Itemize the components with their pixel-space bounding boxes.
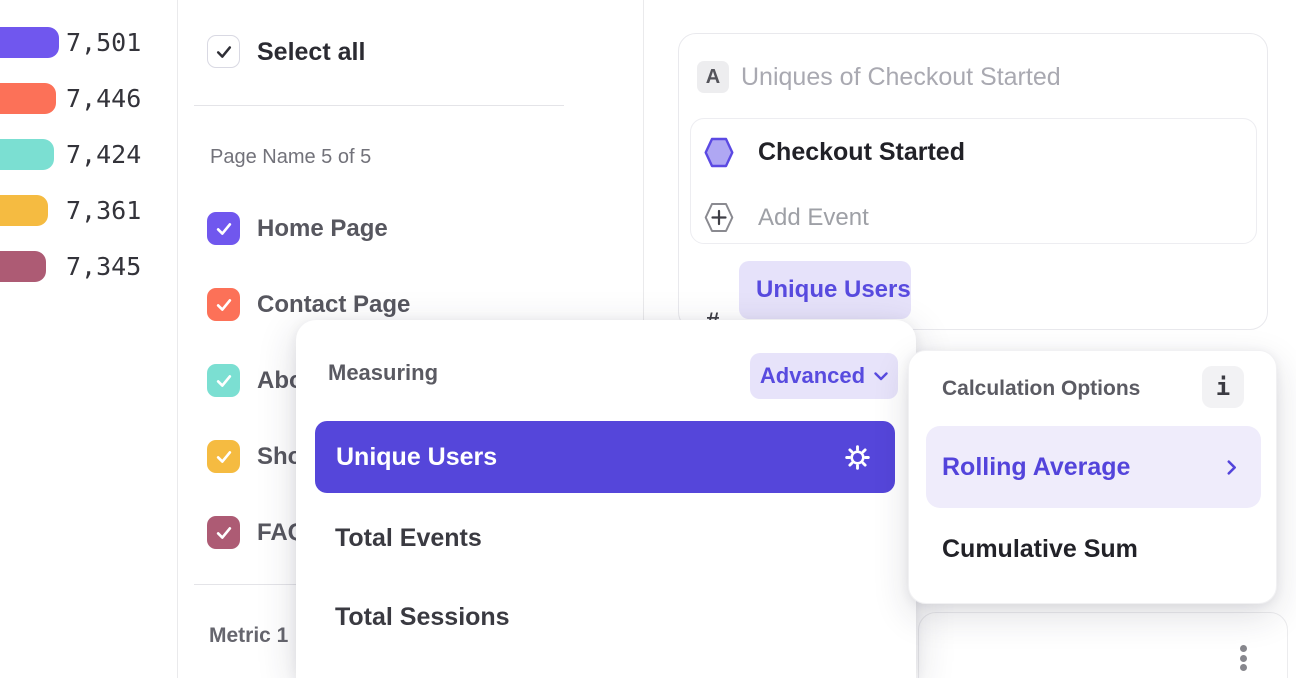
calculation-options-menu: Calculation Options i Rolling Average Cu… — [908, 350, 1277, 604]
checkbox-about-page[interactable] — [207, 364, 240, 397]
legend-color-bar — [0, 139, 54, 170]
checkmark-icon — [214, 371, 234, 391]
checkmark-icon — [214, 447, 234, 467]
series-badge: A — [697, 61, 729, 93]
select-all-label: Select all — [257, 35, 365, 69]
legend-panel-divider — [177, 0, 178, 678]
legend-value: 7,361 — [66, 195, 141, 226]
measure-dropdown[interactable]: Unique Users — [739, 261, 911, 319]
checkmark-icon — [214, 219, 234, 239]
event-name[interactable]: Checkout Started — [758, 137, 965, 168]
legend-value: 7,446 — [66, 83, 141, 114]
menu-option-rolling-average[interactable]: Rolling Average — [926, 426, 1261, 508]
checkbox-faq-page[interactable] — [207, 516, 240, 549]
menu-option-cumulative-sum[interactable]: Cumulative Sum — [942, 534, 1138, 564]
measuring-menu-title: Measuring — [328, 360, 438, 386]
legend-color-bar — [0, 27, 59, 58]
gear-icon[interactable] — [844, 444, 871, 471]
list-item-label[interactable]: Contact Page — [257, 288, 410, 322]
checkbox-home-page[interactable] — [207, 212, 240, 245]
kebab-menu-icon[interactable] — [1225, 635, 1261, 678]
legend-value: 7,501 — [66, 27, 141, 58]
list-item-label[interactable]: Home Page — [257, 212, 388, 246]
metric-section-label: Metric 1 — [209, 624, 288, 648]
checkmark-icon — [214, 295, 234, 315]
select-all-checkbox[interactable] — [207, 35, 240, 68]
chevron-down-icon — [874, 372, 888, 381]
group-by-label: Page Name 5 of 5 — [210, 146, 371, 169]
menu-option-total-events[interactable]: Total Events — [335, 523, 482, 553]
secondary-card — [918, 612, 1288, 678]
legend-value: 7,345 — [66, 251, 141, 282]
advanced-mode-dropdown[interactable]: Advanced — [750, 353, 898, 399]
event-hexagon-icon — [704, 137, 734, 168]
info-icon[interactable]: i — [1202, 366, 1244, 408]
add-event-label[interactable]: Add Event — [758, 202, 869, 233]
legend-value: 7,424 — [66, 139, 141, 170]
menu-option-label: Rolling Average — [942, 453, 1130, 482]
checkmark-icon — [214, 42, 234, 62]
legend-color-bar — [0, 251, 46, 282]
legend-color-bar — [0, 83, 56, 114]
info-glyph: i — [1216, 373, 1230, 401]
legend-color-bar — [0, 195, 48, 226]
menu-option-unique-users[interactable]: Unique Users — [315, 421, 895, 493]
checkmark-icon — [214, 523, 234, 543]
section-divider — [194, 105, 564, 106]
checkbox-shop-page[interactable] — [207, 440, 240, 473]
add-event-icon[interactable] — [704, 202, 734, 233]
measure-dropdown-value: Unique Users — [756, 276, 911, 304]
calculation-options-title: Calculation Options — [942, 377, 1140, 401]
chevron-right-icon — [1227, 460, 1237, 475]
checkbox-contact-page[interactable] — [207, 288, 240, 321]
measuring-menu: Measuring Advanced Unique Users — [296, 320, 916, 678]
event-definition-card: A Uniques of Checkout Started Checkout S… — [678, 33, 1268, 330]
analytics-screen: 7,501 7,446 7,424 7,361 7,345 Select all — [0, 0, 1296, 678]
menu-option-total-sessions[interactable]: Total Sessions — [335, 602, 510, 632]
advanced-mode-label: Advanced — [760, 363, 865, 389]
menu-option-label: Unique Users — [336, 443, 497, 472]
event-block: Checkout Started Add Event — [690, 118, 1257, 244]
chart-title-input[interactable]: Uniques of Checkout Started — [741, 61, 1061, 93]
